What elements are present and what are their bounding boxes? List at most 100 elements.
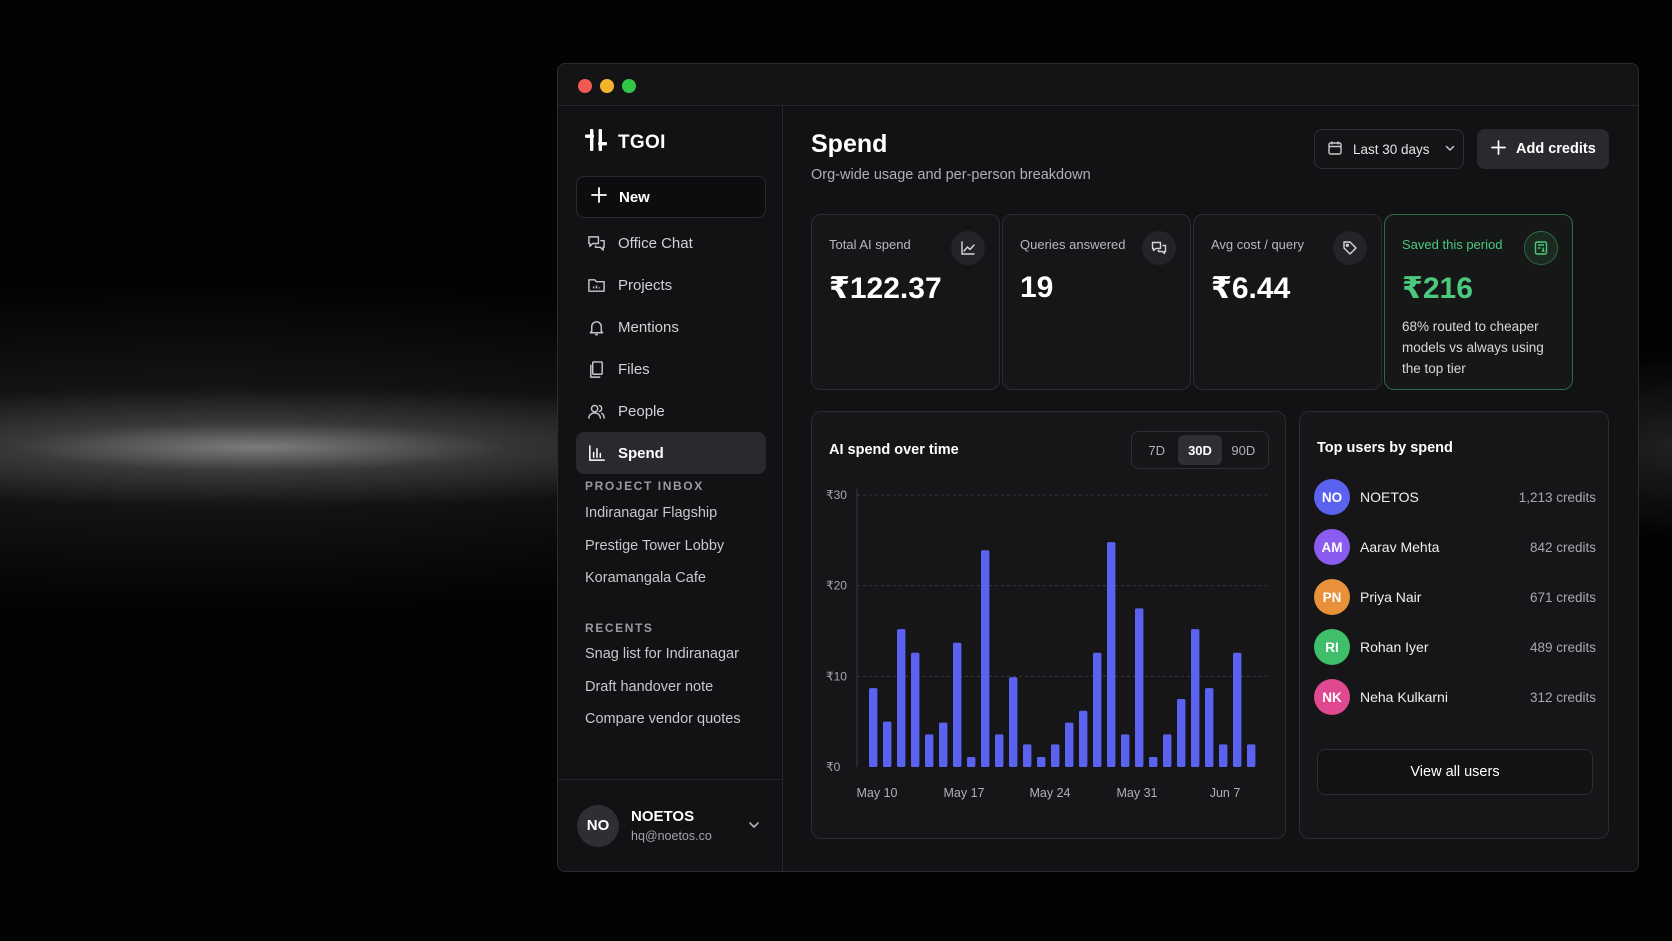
add-credits-button[interactable]: Add credits (1477, 129, 1609, 169)
new-button-label: New (619, 188, 650, 206)
user-credits: 489 credits (1529, 639, 1596, 655)
bar (1163, 734, 1172, 767)
sidebar-item-label: Projects (618, 276, 673, 294)
savings-icon (1524, 231, 1558, 265)
sidebar-item-label: Spend (618, 444, 664, 462)
bar (911, 652, 920, 767)
spend-bar-chart: ₹0 ₹10 ₹20 ₹30 May 10 May 17 May 24 May 31 Jun 7 (826, 488, 1267, 800)
recent-link[interactable]: Snag list for Indiranagar (585, 644, 741, 677)
range-30d-button[interactable]: 30D (1178, 435, 1222, 465)
bar (1023, 744, 1032, 767)
stat-value: 19 (1020, 271, 1054, 304)
avatar: NO (577, 804, 619, 847)
app-window: TGOI New Office Chat Projects Mentions F… (557, 63, 1639, 872)
bar (1149, 757, 1158, 767)
project-link[interactable]: Prestige Tower Lobby (585, 536, 724, 569)
recents-heading: RECENTS (585, 621, 654, 635)
user-row[interactable]: PN Priya Nair 671 credits (1314, 578, 1596, 616)
account-switcher[interactable]: NO NOETOS hq@noetos.co (558, 779, 783, 871)
user-row[interactable]: AM Aarav Mehta 842 credits (1314, 528, 1596, 566)
close-window-button[interactable] (578, 79, 592, 93)
stat-note: 68% routed to cheaper models vs always u… (1402, 319, 1544, 376)
sidebar-item-projects[interactable]: Projects (576, 264, 766, 306)
sidebar: TGOI New Office Chat Projects Mentions F… (558, 106, 783, 871)
spend-chart-card: AI spend over time 7D 30D 90D ₹0 ₹10 ₹20 ₹3… (811, 411, 1286, 839)
sidebar-item-office-chat[interactable]: Office Chat (576, 222, 766, 264)
user-row[interactable]: NO NOETOS 1,213 credits (1314, 478, 1596, 516)
stat-label: Saved this period (1402, 237, 1503, 252)
user-credits: 671 credits (1529, 589, 1596, 605)
bar (1233, 652, 1242, 767)
project-inbox-list: Indiranagar Flagship Prestige Tower Lobb… (585, 503, 724, 601)
project-link[interactable]: Indiranagar Flagship (585, 503, 724, 536)
bar (1037, 757, 1046, 767)
stat-label: Queries answered (1020, 237, 1126, 252)
bar (1191, 629, 1200, 767)
user-row[interactable]: RI Rohan Iyer 489 credits (1314, 628, 1596, 666)
sidebar-item-spend[interactable]: Spend (576, 432, 766, 474)
user-name: NOETOS (1360, 489, 1419, 505)
stat-label: Total AI spend (829, 237, 911, 252)
user-name: Rohan Iyer (1360, 639, 1429, 655)
plus-icon (1491, 139, 1506, 159)
project-link[interactable]: Koramangala Cafe (585, 568, 724, 601)
bar (1135, 608, 1144, 767)
range-toggle: 7D 30D 90D (1131, 431, 1269, 469)
sidebar-item-files[interactable]: Files (576, 348, 766, 390)
hash-logo-icon (584, 128, 608, 157)
chat-bubbles-icon (1142, 231, 1176, 265)
x-tick-label: May 24 (1030, 786, 1071, 800)
chevron-down-icon (1444, 142, 1456, 157)
x-tick-label: May 10 (857, 786, 898, 800)
avatar: PN (1314, 579, 1350, 615)
calendar-icon (1327, 140, 1343, 159)
stat-value: ₹122.37 (829, 272, 942, 305)
sidebar-item-label: Files (618, 360, 650, 378)
y-tick-label: ₹0 (826, 760, 841, 774)
new-button[interactable]: New (576, 176, 766, 218)
bar (1051, 744, 1060, 767)
avatar: RI (1314, 629, 1350, 665)
top-users-title: Top users by spend (1317, 440, 1453, 456)
recent-link[interactable]: Draft handover note (585, 677, 741, 710)
bar (1205, 688, 1214, 767)
recent-link[interactable]: Compare vendor quotes (585, 709, 741, 742)
brand-name: TGOI (618, 131, 666, 153)
date-range-dropdown[interactable]: Last 30 days (1314, 129, 1464, 169)
bar (1065, 722, 1074, 767)
user-credits: 1,213 credits (1518, 489, 1596, 505)
view-all-users-button[interactable]: View all users (1317, 749, 1593, 795)
stat-card-total-spend: Total AI spend ₹122.37 (811, 214, 1000, 390)
bar (897, 629, 906, 767)
x-tick-label: May 31 (1117, 786, 1158, 800)
sidebar-item-label: Office Chat (618, 234, 693, 252)
top-users-card: Top users by spend NO NOETOS 1,213 credits… (1299, 411, 1609, 839)
recents-list: Snag list for Indiranagar Draft handover… (585, 644, 741, 742)
bar (1247, 744, 1256, 767)
avatar: NO (1314, 479, 1350, 515)
stat-value: ₹216 (1402, 272, 1473, 305)
sidebar-item-label: People (618, 402, 665, 420)
user-info: NOETOS hq@noetos.co (631, 808, 712, 843)
bar (1219, 744, 1228, 767)
main-content: Spend Org-wide usage and per-person brea… (784, 106, 1638, 871)
maximize-window-button[interactable] (622, 79, 636, 93)
minimize-window-button[interactable] (600, 79, 614, 93)
user-name: NOETOS (631, 808, 695, 825)
user-row[interactable]: NK Neha Kulkarni 312 credits (1314, 678, 1596, 716)
title-bar (558, 64, 1638, 106)
brand[interactable]: TGOI (584, 128, 666, 157)
sidebar-item-mentions[interactable]: Mentions (576, 306, 766, 348)
range-90d-button[interactable]: 90D (1222, 435, 1265, 465)
bell-icon (586, 317, 606, 337)
page-title: Spend (811, 130, 888, 158)
bar (953, 642, 962, 767)
sidebar-item-people[interactable]: People (576, 390, 766, 432)
y-tick-label: ₹10 (826, 669, 847, 683)
bar (995, 734, 1004, 767)
range-7d-button[interactable]: 7D (1135, 435, 1178, 465)
sidebar-item-label: Mentions (618, 318, 679, 336)
avatar: NK (1314, 679, 1350, 715)
chevron-down-icon[interactable] (747, 818, 761, 837)
files-icon (586, 359, 606, 379)
